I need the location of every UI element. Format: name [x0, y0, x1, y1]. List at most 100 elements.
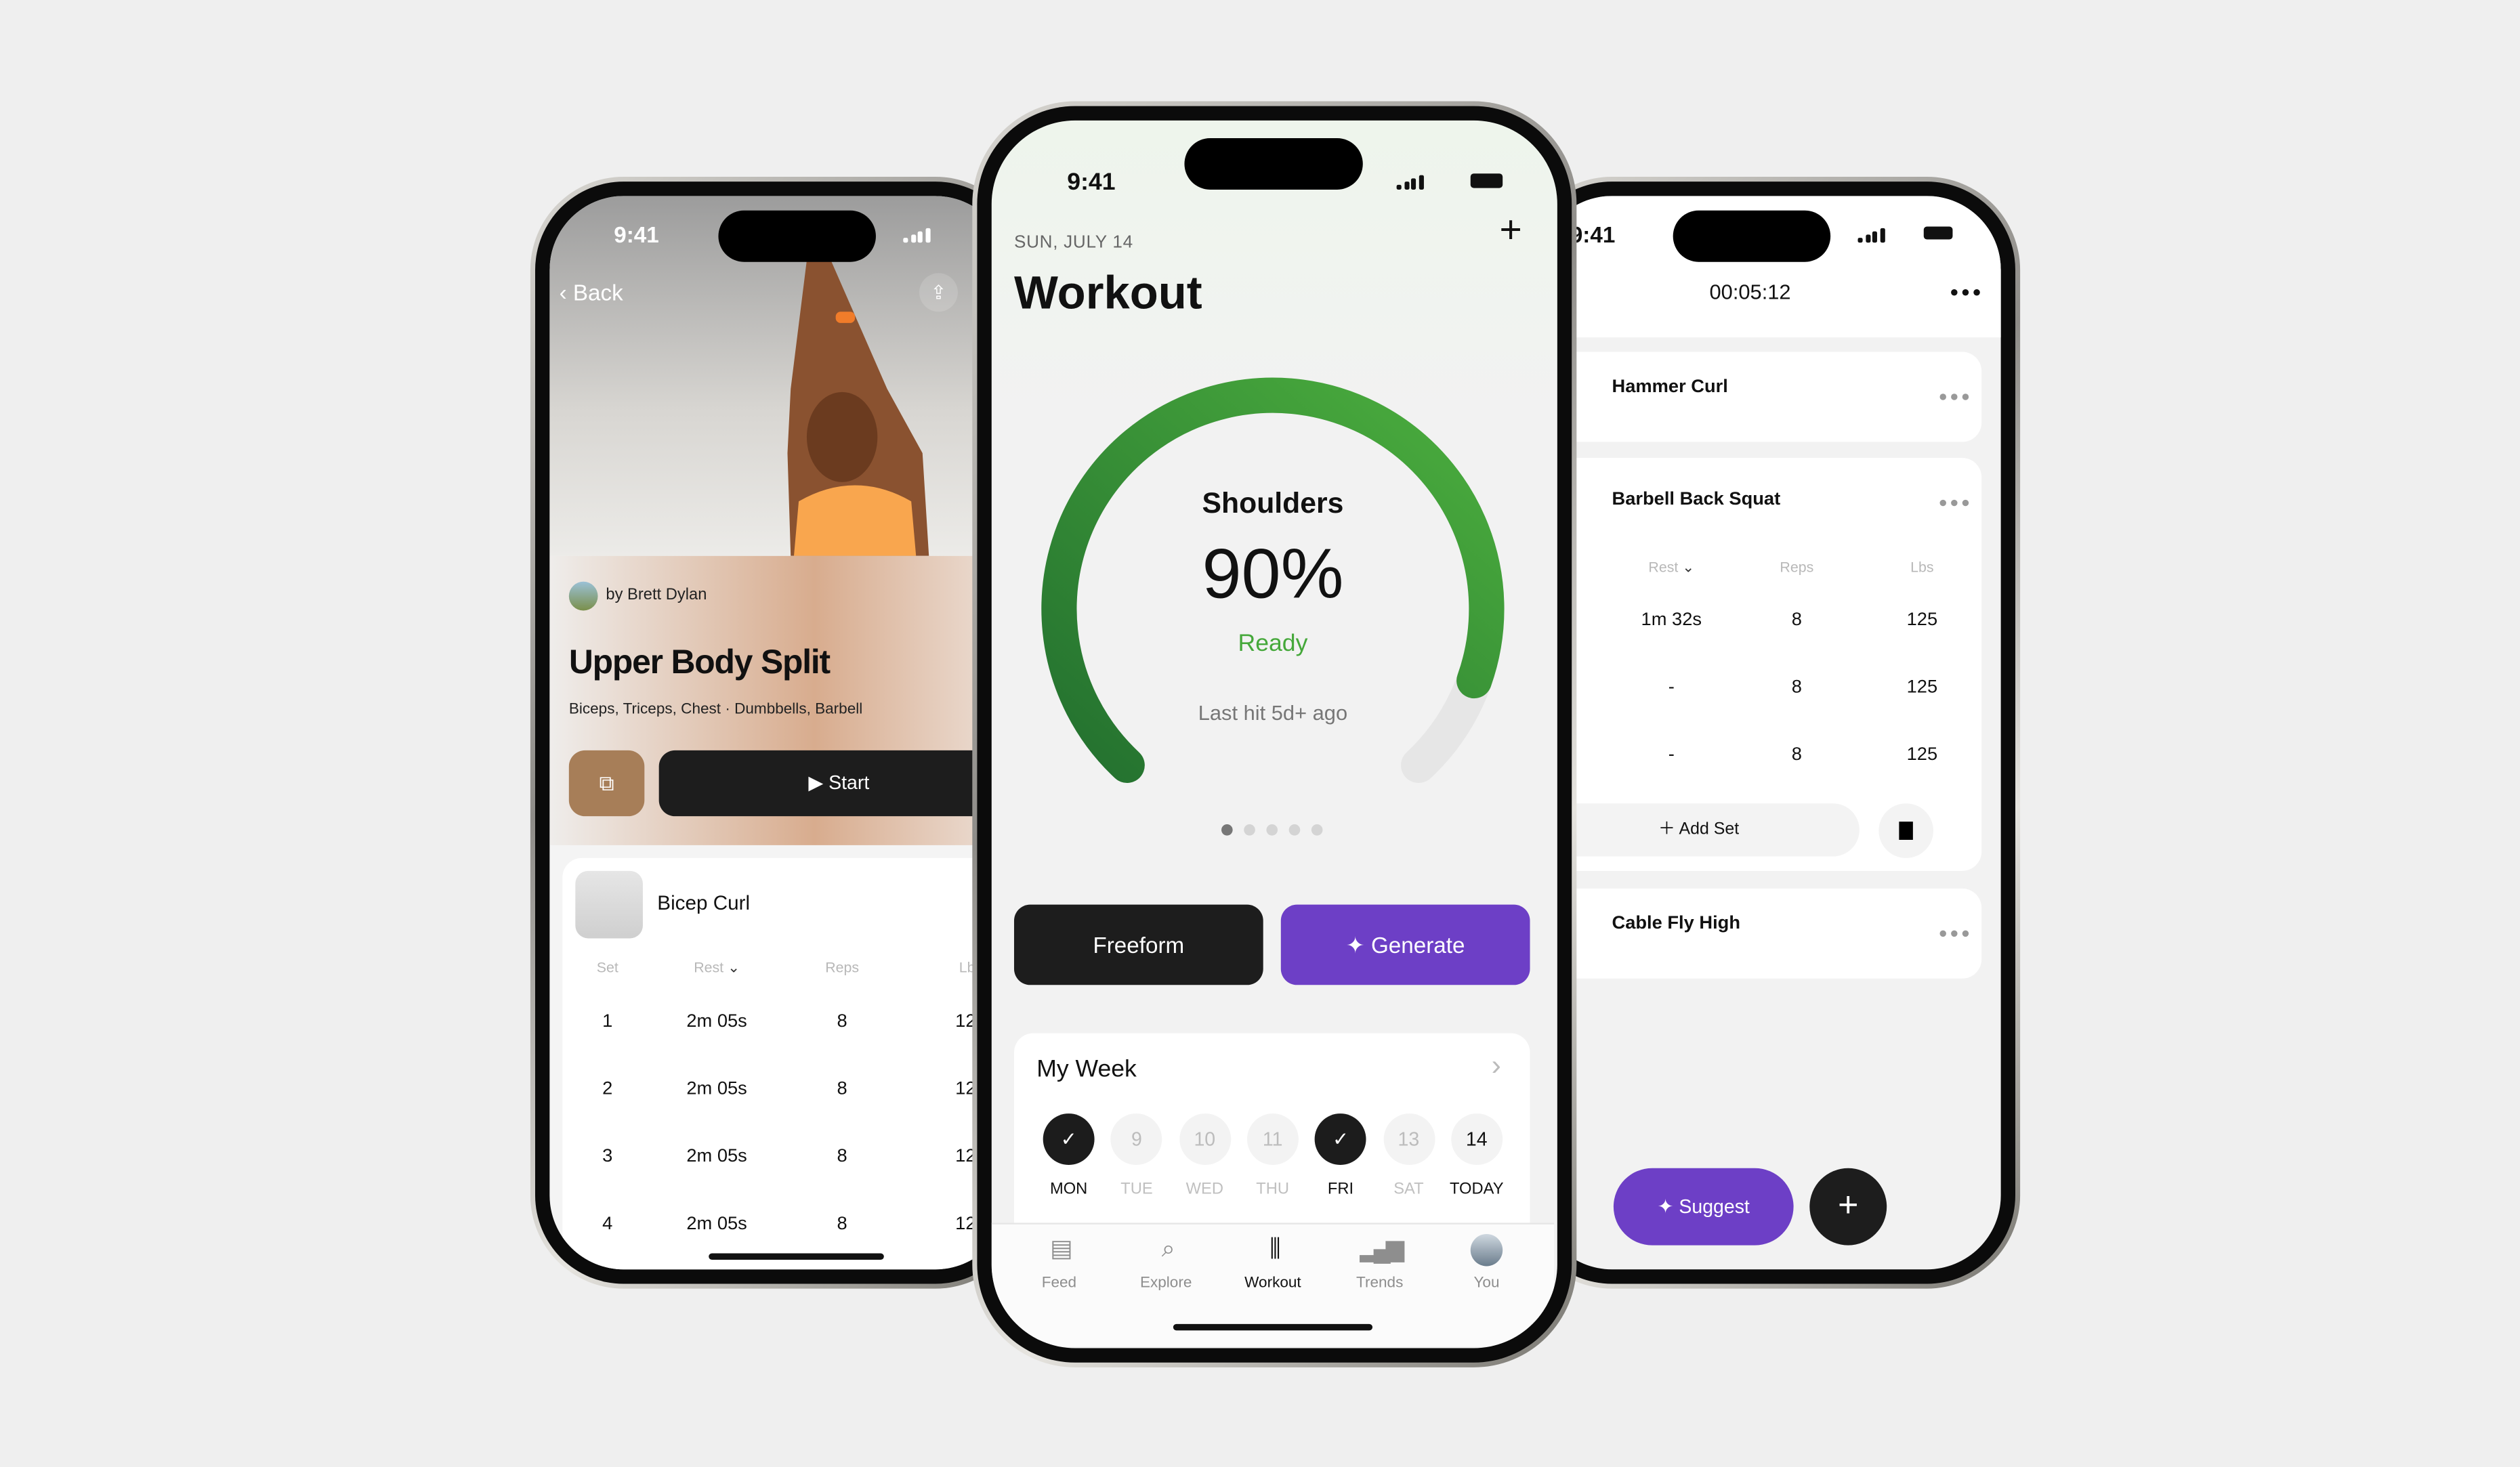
page-dot[interactable] [1266, 824, 1278, 836]
cell-rest[interactable]: 2m 05s [686, 1215, 747, 1234]
cell-rest[interactable]: 2m 05s [686, 1080, 747, 1099]
checkmark-icon: ✓ [1060, 1128, 1077, 1151]
day-label: TUE [1120, 1181, 1153, 1199]
freeform-button[interactable]: Freeform [1013, 904, 1263, 985]
column-rest[interactable]: Rest ⌄ [1648, 559, 1694, 577]
gauge-muscle: Shoulders [1202, 486, 1344, 519]
page-dot[interactable] [1244, 824, 1255, 836]
search-icon: ⌕ [1161, 1235, 1175, 1263]
day-sat[interactable]: 13 [1383, 1113, 1435, 1165]
cell-reps[interactable]: 8 [1792, 678, 1802, 697]
column-set: Set [596, 959, 618, 976]
day-label: FRI [1327, 1181, 1354, 1199]
page-dot[interactable] [1311, 824, 1323, 836]
exercise-more-button[interactable] [1939, 394, 1969, 400]
cell-rest[interactable]: 1m 32s [1641, 611, 1702, 630]
exercise-card-hammer-curl[interactable]: Hammer Curl [1538, 352, 1982, 442]
cell-set[interactable]: 2 [602, 1080, 612, 1099]
column-rest[interactable]: Rest ⌄ [694, 959, 740, 977]
day-fri[interactable]: ✓ [1315, 1113, 1366, 1165]
cell-reps[interactable]: 8 [837, 1013, 847, 1032]
plus-icon: ＋ [1658, 819, 1679, 839]
gauge-last-hit: Last hit 5d+ ago [1198, 700, 1348, 725]
day-label: SAT [1393, 1181, 1424, 1199]
exercise-more-button[interactable] [1939, 499, 1969, 507]
gauge-status: Ready [1238, 629, 1308, 658]
cell-set[interactable]: 4 [602, 1215, 612, 1234]
right-phone: 9:41 00:05:12 Hammer Curl Barbell Back S… [1518, 176, 2021, 1289]
day-label: WED [1185, 1181, 1224, 1199]
tab-workout[interactable]: ⫼ Workout [1225, 1234, 1321, 1292]
exercise-more-button[interactable] [1939, 930, 1969, 937]
tab-explore[interactable]: ⌕ Explore [1118, 1234, 1214, 1292]
exercise-card-barbell-back-squat: Barbell Back Squat Rest ⌄ Reps Lbs 1m 32… [1538, 458, 1982, 871]
page-indicator[interactable] [1221, 824, 1323, 836]
exercise-card-cable-fly-high[interactable]: Cable Fly High [1538, 888, 1982, 979]
day-today[interactable]: 14 [1450, 1113, 1503, 1165]
day-mon[interactable]: ✓ [1043, 1113, 1095, 1165]
cell-reps[interactable]: 8 [837, 1215, 847, 1234]
dynamic-island [718, 210, 876, 262]
sparkle-icon: ✦ [1345, 931, 1371, 958]
back-button[interactable]: ‹ Back [560, 280, 623, 305]
day-thu[interactable]: 11 [1246, 1113, 1299, 1165]
tab-trends[interactable]: ▂▄▆ Trends [1332, 1234, 1428, 1292]
cell-rest[interactable]: 2m 05s [686, 1147, 747, 1166]
cell-rest[interactable]: 2m 05s [686, 1013, 747, 1032]
play-icon: ▶ [808, 771, 829, 794]
feed-icon: ▤ [1050, 1235, 1073, 1263]
home-indicator [709, 1253, 884, 1260]
status-time: 9:41 [1570, 221, 1616, 248]
cell-reps[interactable]: 8 [1792, 611, 1802, 630]
cell-lbs[interactable]: 125 [1907, 746, 1938, 765]
day-label: MON [1049, 1181, 1088, 1199]
cell-set[interactable]: 3 [602, 1147, 612, 1166]
suggest-button[interactable]: ✦ Suggest [1613, 1168, 1794, 1246]
add-exercise-button[interactable]: + [1809, 1168, 1887, 1246]
workout-tags: Biceps, Triceps, Chest · Dumbbells, Barb… [568, 700, 863, 719]
dynamic-island [1673, 210, 1831, 262]
my-week-title: My Week [1036, 1055, 1137, 1083]
cell-reps[interactable]: 8 [1792, 746, 1802, 765]
avatar [1470, 1234, 1503, 1267]
cell-rest[interactable]: - [1668, 678, 1675, 697]
cell-lbs[interactable]: 125 [1907, 678, 1938, 697]
day-wed[interactable]: 10 [1179, 1113, 1231, 1165]
page-dot[interactable] [1288, 824, 1301, 836]
generate-button[interactable]: ✦ Generate [1280, 904, 1530, 985]
plus-icon: + [1837, 1184, 1859, 1225]
more-button[interactable] [1951, 289, 1980, 296]
cell-lbs[interactable]: 125 [1907, 611, 1938, 630]
dumbbell-icon: ⫼ [1269, 1235, 1280, 1263]
day-label: THU [1256, 1181, 1290, 1199]
workout-timer: 00:05:12 [1709, 279, 1791, 304]
cell-set[interactable]: 1 [602, 1013, 612, 1032]
column-reps: Reps [825, 959, 860, 976]
bar-chart-icon: ▂▄▆ [1360, 1235, 1404, 1263]
author-name: by Brett Dylan [606, 586, 707, 605]
start-button[interactable]: ▶ Start [658, 750, 1009, 817]
stats-button[interactable]: ▇ [1878, 803, 1933, 858]
tab-feed[interactable]: ▤ Feed [1011, 1234, 1107, 1292]
column-reps: Reps [1780, 559, 1814, 576]
day-tue[interactable]: 9 [1111, 1113, 1162, 1165]
workout-title: Upper Body Split [568, 644, 831, 681]
column-lbs: Lbs [1910, 559, 1934, 576]
cell-rest[interactable]: - [1668, 746, 1675, 765]
home-indicator [1173, 1323, 1373, 1331]
tab-you[interactable]: You [1438, 1234, 1534, 1292]
battery-icon [1923, 226, 1953, 240]
chevron-down-icon: ⌄ [728, 959, 740, 976]
add-set-button[interactable]: ＋ Add Set [1538, 803, 1860, 857]
exercise-name: Cable Fly High [1612, 914, 1741, 934]
signal-icon [1857, 228, 1885, 243]
copy-button[interactable]: ⧉ [568, 750, 645, 817]
cell-reps[interactable]: 8 [837, 1147, 847, 1166]
share-button[interactable]: ⇪ [919, 273, 958, 312]
left-phone: 9:41 ‹ Back ⇪ by Brett Dylan Upper Body … [530, 176, 1029, 1289]
cell-reps[interactable]: 8 [837, 1080, 847, 1099]
exercise-thumbnail [575, 870, 643, 939]
center-phone: 9:41 SUN, JULY 14 + Workout Shoulders 90… [972, 101, 1577, 1367]
checkmark-icon: ✓ [1332, 1128, 1349, 1151]
page-dot[interactable] [1221, 824, 1233, 836]
